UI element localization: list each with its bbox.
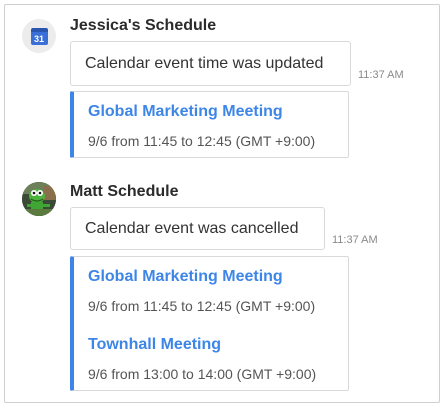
avatar-image xyxy=(22,182,56,216)
message-bubble: Calendar event time was updated xyxy=(70,41,351,86)
chat-panel: 31 Jessica's Schedule Calendar event tim… xyxy=(4,4,440,403)
message-timestamp: 11:37 AM xyxy=(358,69,404,81)
event-card: Global Marketing Meeting 9/6 from 11:45 … xyxy=(70,256,349,391)
calendar-icon: 31 xyxy=(30,27,48,45)
calendar-avatar[interactable]: 31 xyxy=(22,19,56,53)
calendar-icon-day: 31 xyxy=(33,33,44,44)
user-avatar-photo[interactable] xyxy=(22,182,56,216)
message-bubble: Calendar event was cancelled xyxy=(70,207,325,250)
event-card: Global Marketing Meeting 9/6 from 11:45 … xyxy=(70,91,349,158)
message-text: Calendar event was cancelled xyxy=(85,219,299,237)
message-text: Calendar event time was updated xyxy=(85,54,324,72)
sender-name[interactable]: Matt Schedule xyxy=(70,183,178,201)
event-time: 9/6 from 13:00 to 14:00 (GMT +9:00) xyxy=(88,366,317,382)
sender-name[interactable]: Jessica's Schedule xyxy=(70,17,216,35)
event-title-link[interactable]: Townhall Meeting xyxy=(88,336,221,354)
event-title-link[interactable]: Global Marketing Meeting xyxy=(88,103,283,121)
message-timestamp: 11:37 AM xyxy=(332,234,378,246)
event-time: 9/6 from 11:45 to 12:45 (GMT +9:00) xyxy=(88,133,316,149)
event-title-link[interactable]: Global Marketing Meeting xyxy=(88,268,283,286)
event-time: 9/6 from 11:45 to 12:45 (GMT +9:00) xyxy=(88,298,316,314)
